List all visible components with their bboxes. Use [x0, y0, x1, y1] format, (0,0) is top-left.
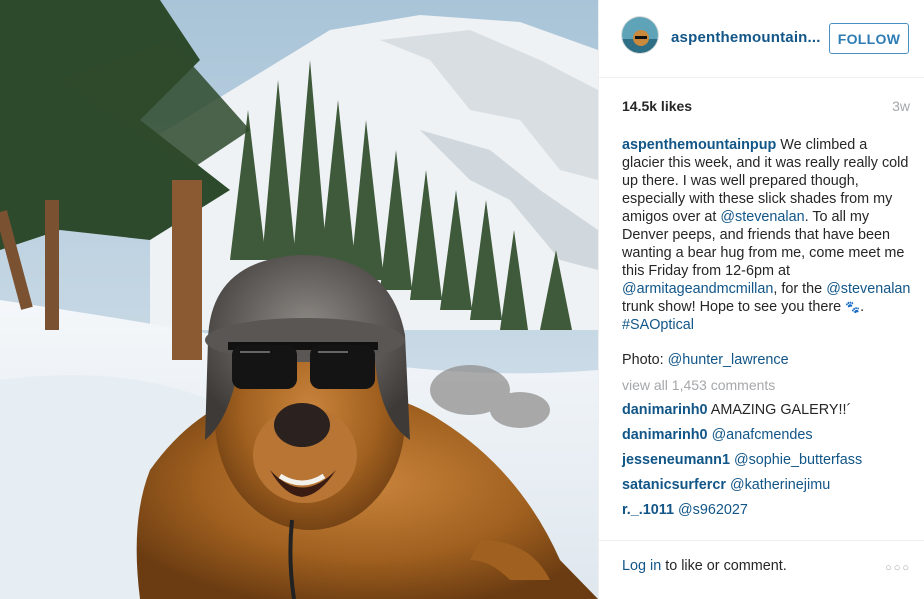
caption-text-5: . [860, 299, 865, 315]
comment-mention[interactable]: @s962027 [678, 502, 748, 518]
instagram-post: aspenthemountain... FOLLOW 14.5k likes 3… [0, 0, 924, 599]
more-options-icon[interactable]: ○○○ [885, 562, 911, 574]
comment-item: satanicsurfercr @katherinejimu [622, 477, 830, 493]
comment-username[interactable]: danimarinh0 [622, 402, 708, 418]
comments-scroll-area[interactable]: aspenthemountainpup We climbed a glacier… [599, 0, 924, 536]
login-prompt: Log in to like or comment. [622, 558, 787, 574]
comment-username[interactable]: satanicsurfercr [622, 477, 726, 493]
comment-mention[interactable]: @katherinejimu [730, 477, 830, 493]
caption-text-4: trunk show! Hope to see you there [622, 299, 846, 315]
caption-mention-armitage[interactable]: @armitageandmcmillan [622, 281, 773, 297]
comment-text: AMAZING GALERY!!´ [707, 402, 852, 418]
caption-mention-stevenalan[interactable]: @stevenalan [720, 209, 804, 225]
photo-credit-user[interactable]: @hunter_lawrence [668, 352, 789, 368]
paw-prints-icon: 🐾 [845, 300, 861, 314]
comment-item: danimarinh0 @anafcmendes [622, 427, 813, 443]
comment-item: danimarinh0 AMAZING GALERY!!´ [622, 402, 851, 418]
caption-hashtag[interactable]: #SAOptical [622, 317, 694, 333]
post-footer: Log in to like or comment. ○○○ [599, 540, 924, 599]
caption-text-3: , for the [773, 281, 827, 297]
comment-mention[interactable]: @anafcmendes [712, 427, 813, 443]
login-link[interactable]: Log in [622, 558, 661, 574]
comment-username[interactable]: danimarinh0 [622, 427, 708, 443]
comment-item: jesseneumann1 @sophie_butterfass [622, 452, 862, 468]
post-photo[interactable] [0, 0, 598, 599]
caption-mention-stevenalan-2[interactable]: @stevenalan [826, 281, 910, 297]
comment-username[interactable]: r._.1011 [622, 502, 674, 518]
photo-credit-label: Photo: [622, 352, 668, 368]
post-caption: aspenthemountainpup We climbed a glacier… [622, 136, 912, 334]
comment-username[interactable]: jesseneumann1 [622, 452, 730, 468]
dog-snow-photo [0, 0, 598, 599]
post-details: aspenthemountain... FOLLOW 14.5k likes 3… [598, 0, 924, 599]
comment-item: r._.1011 @s962027 [622, 502, 748, 518]
comment-mention[interactable]: @sophie_butterfass [734, 452, 862, 468]
view-all-comments-link[interactable]: view all 1,453 comments [622, 377, 775, 393]
login-prompt-text: to like or comment. [661, 558, 787, 574]
caption-username[interactable]: aspenthemountainpup [622, 137, 776, 153]
photo-credit: Photo: @hunter_lawrence [622, 352, 789, 368]
